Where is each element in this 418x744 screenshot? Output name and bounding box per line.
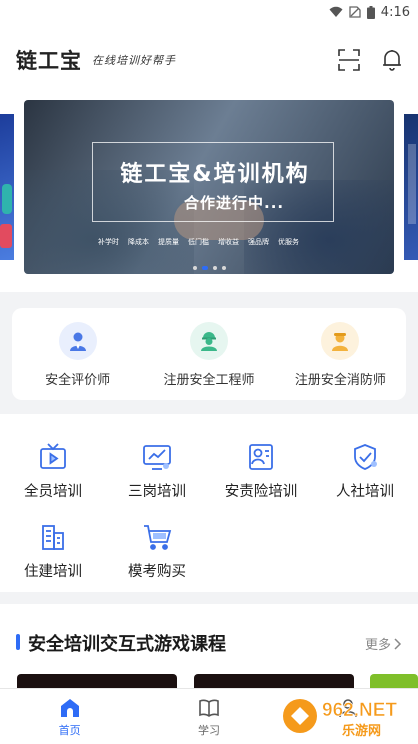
carousel-dot-active[interactable] bbox=[201, 266, 208, 270]
menu-label: 模考购买 bbox=[128, 564, 186, 580]
training-menu: 全员培训 三岗培训 安责险培训 人社培训 住建培训 模考购买 bbox=[0, 414, 418, 592]
role-label: 注册安全消防师 bbox=[294, 373, 386, 388]
engineer-avatar-icon bbox=[189, 322, 228, 360]
app-header: 链工宝 在线培训好帮手 bbox=[0, 24, 418, 96]
shopping-cart-icon bbox=[144, 525, 172, 550]
role-label: 注册安全工程师 bbox=[163, 373, 255, 388]
carousel-dot[interactable] bbox=[192, 266, 197, 270]
certificate-icon bbox=[249, 444, 273, 470]
menu-label: 三岗培训 bbox=[128, 484, 186, 500]
app-slogan: 在线培训好帮手 bbox=[92, 54, 176, 67]
notification-bell-icon[interactable] bbox=[382, 49, 402, 71]
carousel-dot[interactable] bbox=[221, 266, 226, 270]
banner-prev-slide[interactable] bbox=[0, 114, 14, 260]
watermark-text: 962.NET bbox=[322, 700, 397, 721]
banner-tag: 提质量 bbox=[158, 238, 179, 246]
menu-label: 人社培训 bbox=[336, 484, 394, 500]
monitor-chart-icon bbox=[143, 445, 171, 470]
section-title: 安全培训交互式游戏课程 bbox=[28, 634, 226, 655]
more-label: 更多 bbox=[364, 638, 391, 653]
building-icon bbox=[42, 525, 64, 550]
scan-icon[interactable] bbox=[338, 49, 360, 71]
banner-carousel[interactable]: 链工宝&培训机构 合作进行中... 补学时 降成本 提质量 低门槛 增收益 强品… bbox=[0, 96, 418, 292]
role-label: 安全评价师 bbox=[45, 373, 111, 388]
certification-roles: 安全评价师 注册安全工程师 注册安全消防师 bbox=[12, 308, 406, 400]
wifi-icon bbox=[329, 6, 343, 17]
banner-title: 链工宝&培训机构 bbox=[120, 162, 310, 187]
shield-check-icon bbox=[354, 444, 377, 470]
tab-home[interactable]: 首页 bbox=[0, 689, 139, 744]
banner-tag: 增收益 bbox=[218, 238, 239, 246]
firefighter-avatar-icon bbox=[321, 322, 360, 360]
battery-icon bbox=[366, 5, 375, 19]
menu-all-staff-training[interactable]: 全员培训 bbox=[8, 442, 98, 501]
menu-label: 安责险培训 bbox=[224, 484, 298, 500]
tab-study[interactable]: 学习 bbox=[139, 689, 278, 744]
clock: 4:16 bbox=[380, 4, 410, 20]
banner-tags: 补学时 降成本 提质量 低门槛 增收益 强品牌 优服务 bbox=[98, 237, 299, 247]
banner-tag: 低门槛 bbox=[188, 238, 209, 246]
menu-liability-insurance-training[interactable]: 安责险培训 bbox=[216, 442, 306, 501]
banner-subtitle: 合作进行中... bbox=[184, 194, 285, 212]
menu-construction-training[interactable]: 住建培训 bbox=[8, 522, 98, 581]
app-logo: 链工宝 bbox=[16, 48, 82, 73]
site-watermark: 962.NET 乐游网 bbox=[280, 694, 412, 740]
banner-tag: 降成本 bbox=[128, 238, 149, 246]
menu-social-security-training[interactable]: 人社培训 bbox=[320, 442, 410, 501]
tv-play-icon bbox=[40, 443, 66, 469]
sim-no-signal-icon bbox=[349, 6, 361, 18]
menu-three-posts-training[interactable]: 三岗培训 bbox=[112, 442, 202, 501]
banner-next-slide[interactable] bbox=[404, 114, 418, 260]
carousel-dot[interactable] bbox=[212, 266, 217, 270]
banner-tag: 补学时 bbox=[98, 238, 119, 246]
watermark-subtext: 乐游网 bbox=[342, 723, 381, 739]
evaluator-avatar-icon bbox=[58, 322, 97, 360]
section-accent-bar bbox=[16, 634, 20, 650]
banner-tag: 强品牌 bbox=[248, 238, 269, 246]
tab-label: 首页 bbox=[58, 724, 81, 737]
role-safety-engineer[interactable]: 注册安全工程师 bbox=[143, 308, 274, 400]
tab-label: 学习 bbox=[197, 724, 220, 737]
menu-mock-exam-purchase[interactable]: 模考购买 bbox=[112, 522, 202, 581]
book-icon bbox=[199, 699, 219, 717]
more-link[interactable]: 更多 bbox=[365, 634, 402, 653]
banner-tag: 优服务 bbox=[278, 238, 299, 246]
banner-slide[interactable]: 链工宝&培训机构 合作进行中... 补学时 降成本 提质量 低门槛 增收益 强品… bbox=[24, 100, 394, 274]
menu-label: 全员培训 bbox=[24, 484, 82, 500]
role-fire-safety-engineer[interactable]: 注册安全消防师 bbox=[275, 308, 406, 400]
status-bar: 4:16 bbox=[0, 0, 418, 24]
role-safety-evaluator[interactable]: 安全评价师 bbox=[12, 308, 143, 400]
carousel-indicator bbox=[0, 266, 418, 270]
home-icon bbox=[60, 699, 79, 717]
menu-label: 住建培训 bbox=[24, 564, 82, 580]
chevron-right-icon bbox=[394, 637, 402, 650]
